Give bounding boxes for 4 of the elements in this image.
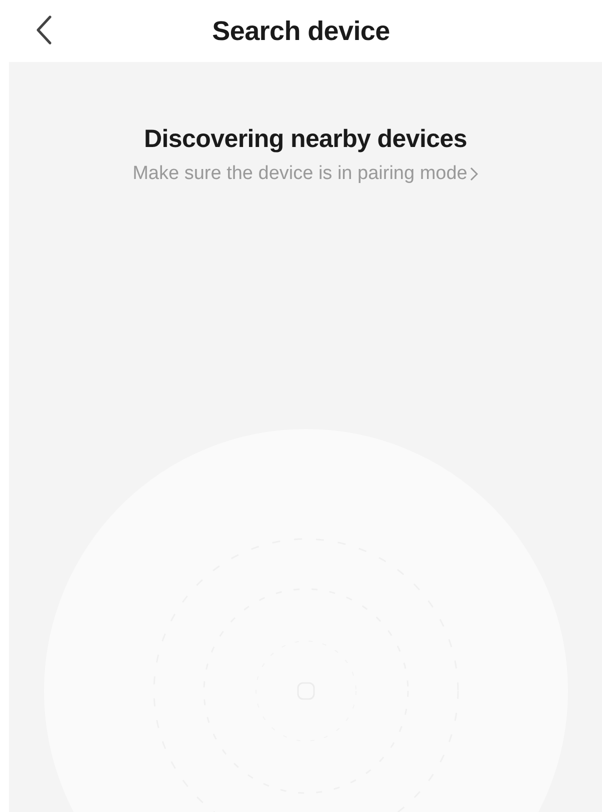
- scan-title: Discovering nearby devices: [144, 125, 467, 154]
- pairing-mode-link[interactable]: Make sure the device is in pairing mode: [132, 163, 478, 185]
- chevron-right-icon: [470, 167, 478, 181]
- page-title: Search device: [212, 16, 390, 46]
